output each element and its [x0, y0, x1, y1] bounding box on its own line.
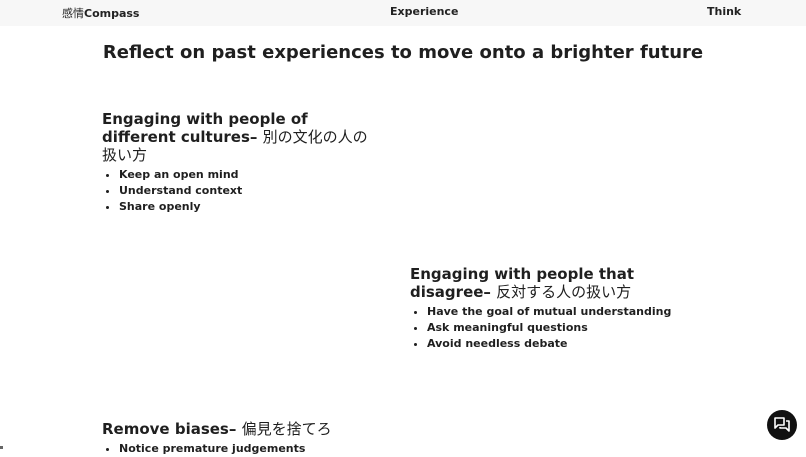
list-item: Ask meaningful questions	[427, 320, 710, 336]
section-title-jp: 偏見を捨てろ	[241, 420, 332, 438]
page-title: Reflect on past experiences to move onto…	[102, 42, 704, 63]
brand-en: Compass	[84, 7, 140, 20]
list-item: Understand context	[119, 183, 372, 199]
chat-bubbles-icon	[774, 417, 790, 432]
list-item: Notice premature judgements	[119, 441, 402, 457]
section-different-cultures: Engaging with people of different cultur…	[102, 110, 372, 215]
nav-think[interactable]: Think	[707, 5, 741, 18]
tips-list: Notice premature judgements	[102, 441, 402, 457]
list-item: Share openly	[119, 199, 372, 215]
tips-list: Keep an open mind Understand context Sha…	[102, 167, 372, 215]
list-item: Keep an open mind	[119, 167, 372, 183]
nav-experience[interactable]: Experience	[390, 5, 458, 18]
section-title: Engaging with people of different cultur…	[102, 110, 372, 164]
section-title-en: Remove biases–	[102, 420, 237, 438]
chat-button[interactable]	[767, 410, 797, 440]
section-disagree: Engaging with people that disagree– 反対する…	[410, 265, 710, 352]
tips-list: Have the goal of mutual understanding As…	[410, 304, 710, 352]
section-title: Engaging with people that disagree– 反対する…	[410, 265, 710, 301]
section-title-jp: 反対する人の扱い方	[496, 283, 632, 301]
top-nav-bar: 感情Compass Experience Think	[0, 0, 806, 26]
list-item: Have the goal of mutual understanding	[427, 304, 710, 320]
section-remove-biases: Remove biases– 偏見を捨てろ Notice premature j…	[102, 420, 402, 457]
brand-jp: 感情	[62, 7, 84, 20]
section-title: Remove biases– 偏見を捨てろ	[102, 420, 402, 438]
brand-logo-link[interactable]: 感情Compass	[62, 5, 139, 21]
list-item: Avoid needless debate	[427, 336, 710, 352]
